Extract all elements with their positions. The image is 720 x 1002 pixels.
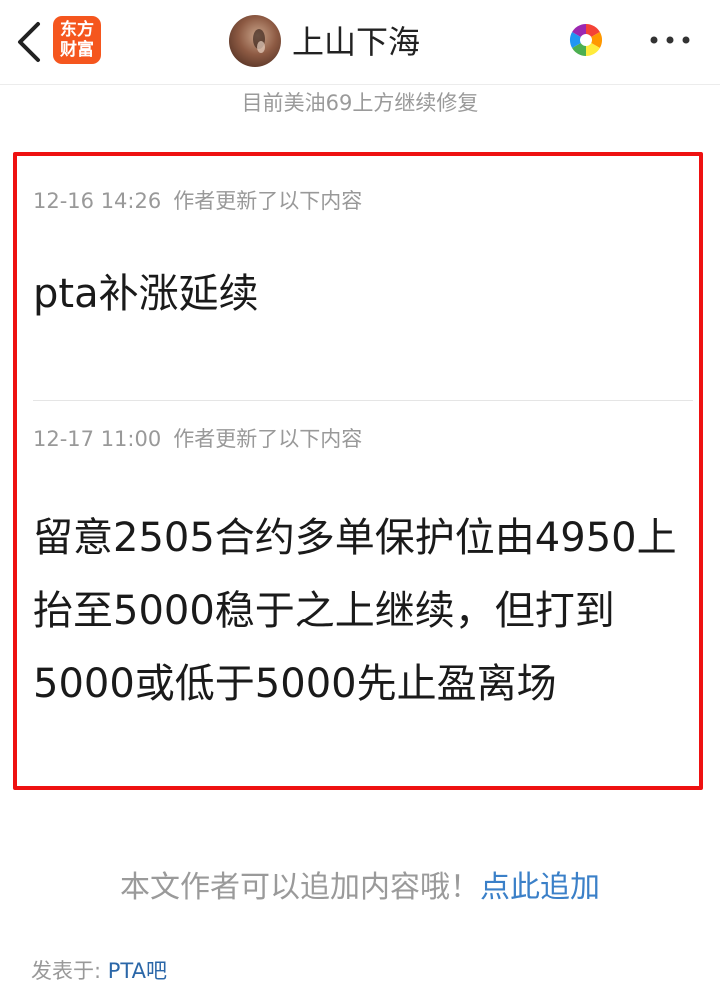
author-updates-box: 12-16 14:26 作者更新了以下内容 pta补涨延续 12-17 11:00… <box>13 152 703 790</box>
update-meta: 12-16 14:26 作者更新了以下内容 <box>33 186 693 216</box>
update-meta: 12-17 11:00 作者更新了以下内容 <box>33 424 693 454</box>
author-avatar[interactable] <box>229 15 281 67</box>
article-subtitle: 目前美油69上方继续修复 <box>241 91 479 115</box>
posted-in: 发表于: PTA吧 <box>31 955 167 987</box>
forum-link[interactable]: PTA吧 <box>108 959 167 983</box>
color-wheel-icon <box>569 23 603 57</box>
add-content-link[interactable]: 点此追加 <box>480 870 600 905</box>
posted-label: 发表于: <box>31 959 102 983</box>
update-time: 12-16 14:26 <box>33 189 162 213</box>
update-label: 作者更新了以下内容 <box>173 427 363 451</box>
eastmoney-logo[interactable]: 东方 财富 <box>53 16 101 64</box>
logo-line-2: 财富 <box>60 40 94 60</box>
update-item: 12-16 14:26 作者更新了以下内容 pta补涨延续 <box>33 186 693 320</box>
update-item: 12-17 11:00 作者更新了以下内容 留意2505合约多单保护位由4950上… <box>33 424 693 721</box>
more-button[interactable] <box>646 22 694 58</box>
update-time: 12-17 11:00 <box>33 427 162 451</box>
back-arrow-icon <box>18 22 40 62</box>
avatar-image <box>253 29 265 53</box>
add-tip-text: 本文作者可以追加内容哦！ <box>120 870 480 905</box>
back-button[interactable] <box>14 20 44 64</box>
author-name[interactable]: 上山下海 <box>292 22 420 62</box>
more-dots-icon <box>650 36 690 44</box>
update-label: 作者更新了以下内容 <box>173 189 363 213</box>
update-content: 留意2505合约多单保护位由4950上抬至5000稳于之上继续，但打到5000或… <box>33 515 677 707</box>
update-content: pta补涨延续 <box>33 271 259 317</box>
color-wheel-button[interactable] <box>568 22 604 58</box>
logo-line-1: 东方 <box>60 20 94 40</box>
add-content-tip: 本文作者可以追加内容哦！点此追加 <box>0 867 720 909</box>
divider <box>33 400 693 401</box>
top-bar: 东方 财富 上山下海 <box>0 0 720 85</box>
